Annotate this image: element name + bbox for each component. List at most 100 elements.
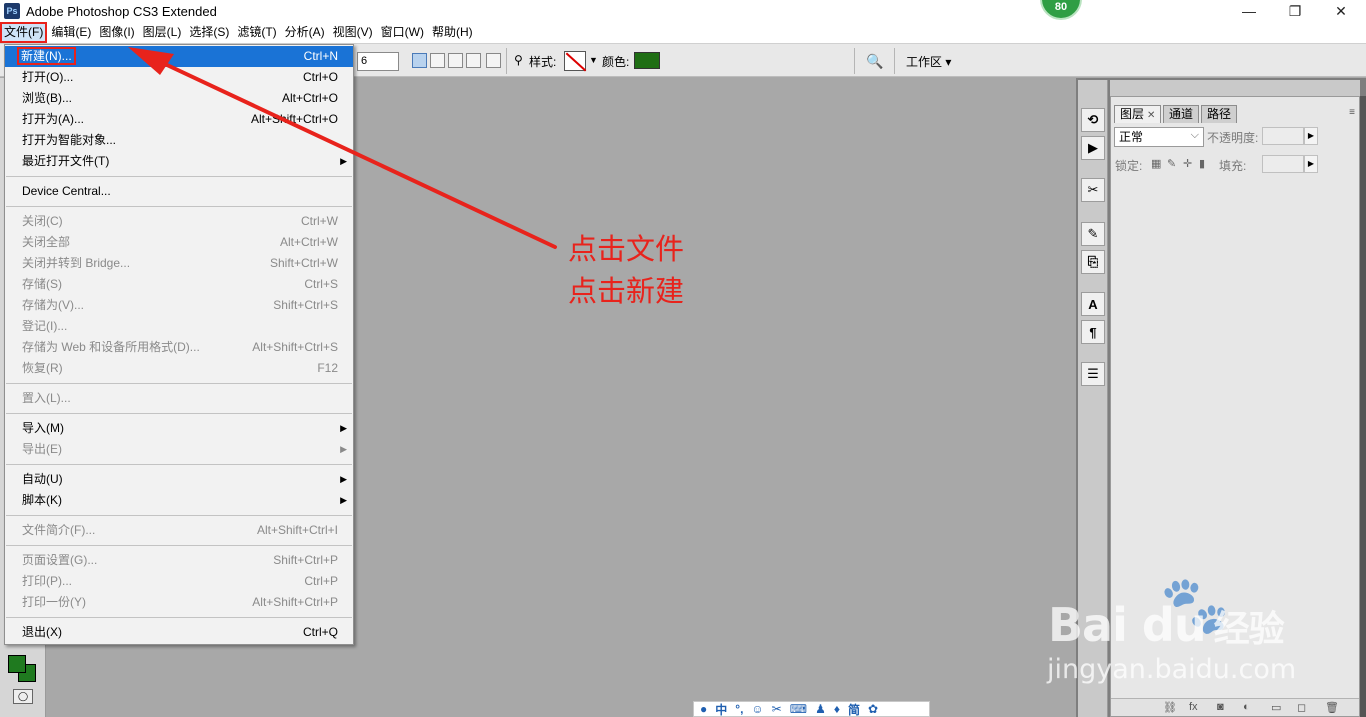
- menu-item-browse[interactable]: 浏览(B)... Alt+Ctrl+O: [5, 88, 353, 109]
- add-selection-icon[interactable]: [430, 53, 445, 68]
- intersect-selection-icon[interactable]: [466, 53, 481, 68]
- adjustment-layer-icon[interactable]: ◐: [1243, 701, 1250, 713]
- menu-window[interactable]: 窗口(W): [377, 22, 428, 43]
- subtract-selection-icon[interactable]: [448, 53, 463, 68]
- layer-mask-icon[interactable]: ◙: [1217, 701, 1224, 713]
- color-swatch[interactable]: [634, 52, 660, 69]
- menu-item-recent-files[interactable]: 最近打开文件(T) ▶: [5, 151, 353, 172]
- menu-item-close-go-bridge[interactable]: 关闭并转到 Bridge... Shift+Ctrl+W: [5, 253, 353, 274]
- menu-filter[interactable]: 滤镜(T): [233, 22, 280, 43]
- ime-user-icon[interactable]: ●: [700, 702, 707, 716]
- tool-presets-icon[interactable]: ✂: [1081, 178, 1105, 202]
- status-badge[interactable]: 80: [1040, 0, 1082, 20]
- layer-style-icon[interactable]: fx: [1189, 701, 1198, 713]
- close-button[interactable]: ✕: [1318, 0, 1364, 22]
- ime-punctuation-icon[interactable]: °,: [735, 702, 743, 716]
- ime-emoji-icon[interactable]: ☺: [751, 702, 763, 716]
- menu-select[interactable]: 选择(S): [185, 22, 233, 43]
- menu-item-export[interactable]: 导出(E) ▶: [5, 439, 353, 460]
- lock-transparency-icon[interactable]: ▦: [1151, 157, 1161, 170]
- style-dropdown-icon[interactable]: ▼: [589, 55, 598, 65]
- clone-source-icon[interactable]: ⎘: [1081, 250, 1105, 274]
- feather-input[interactable]: 6: [357, 52, 399, 71]
- menu-item-shortcut: Shift+Ctrl+W: [269, 256, 338, 270]
- menu-layer[interactable]: 图层(L): [139, 22, 186, 43]
- menu-image[interactable]: 图像(I): [95, 22, 138, 43]
- menu-item-shortcut: Alt+Shift+Ctrl+I: [256, 523, 338, 537]
- opacity-stepper[interactable]: ▶: [1304, 127, 1318, 145]
- history-panel-icon[interactable]: ⟲: [1081, 108, 1105, 132]
- notes-panel-icon[interactable]: ☰: [1081, 362, 1105, 386]
- tab-paths[interactable]: 路径: [1201, 105, 1238, 123]
- blend-mode-select[interactable]: 正常: [1114, 126, 1204, 147]
- menu-item-print-one-copy[interactable]: 打印一份(Y) Alt+Shift+Ctrl+P: [5, 592, 353, 613]
- ime-chinese-mode[interactable]: 中: [715, 701, 727, 717]
- tab-layers[interactable]: 图层 ✕: [1114, 105, 1162, 123]
- ime-toolbar: ● 中 °, ☺ ✂ ⌨ ♟ ♦ 简 ✿: [693, 701, 930, 717]
- ime-settings-icon[interactable]: ✿: [868, 702, 878, 716]
- new-selection-icon[interactable]: [412, 53, 427, 68]
- actions-panel-icon[interactable]: ▶: [1081, 136, 1105, 160]
- menu-item-save-as[interactable]: 存储为(V)... Shift+Ctrl+S: [5, 295, 353, 316]
- bridge-icon[interactable]: 🔍: [862, 50, 888, 72]
- fill-stepper[interactable]: ▶: [1304, 155, 1318, 173]
- ime-skin-icon[interactable]: ♦: [834, 702, 840, 716]
- menu-item-save-for-web[interactable]: 存储为 Web 和设备所用格式(D)... Alt+Shift+Ctrl+S: [5, 337, 353, 358]
- menu-item-automate[interactable]: 自动(U) ▶: [5, 469, 353, 490]
- lock-pixels-icon[interactable]: ✎: [1167, 157, 1176, 170]
- character-panel-icon[interactable]: A: [1081, 292, 1105, 316]
- paragraph-panel-icon[interactable]: ¶: [1081, 320, 1105, 344]
- menu-item-open[interactable]: 打开(O)... Ctrl+O: [5, 67, 353, 88]
- menu-item-open-smart-object[interactable]: 打开为智能对象...: [5, 130, 353, 151]
- menu-item-save[interactable]: 存储(S) Ctrl+S: [5, 274, 353, 295]
- panel-footer: ⛓ fx ◙ ◐ ▭ ◻ 🗑: [1111, 698, 1359, 716]
- menu-file[interactable]: 文件(F): [0, 22, 48, 43]
- menu-item-revert[interactable]: 恢复(R) F12: [5, 358, 353, 379]
- quick-mask-icon[interactable]: ◯: [13, 689, 33, 704]
- menu-item-shortcut: Ctrl+Q: [302, 625, 338, 639]
- panel-menu-icon[interactable]: ≡: [1349, 107, 1355, 118]
- menu-analysis[interactable]: 分析(A): [281, 22, 329, 43]
- menu-item-import[interactable]: 导入(M) ▶: [5, 418, 353, 439]
- link-layers-icon[interactable]: ⛓: [1163, 701, 1177, 714]
- close-icon[interactable]: ✕: [1147, 110, 1155, 121]
- menu-edit[interactable]: 编辑(E): [47, 22, 95, 43]
- ime-tools-icon[interactable]: ✂: [772, 702, 782, 716]
- opacity-input[interactable]: [1262, 127, 1304, 145]
- lock-position-icon[interactable]: ✛: [1183, 157, 1192, 170]
- menu-item-print[interactable]: 打印(P)... Ctrl+P: [5, 571, 353, 592]
- new-layer-icon[interactable]: ◻: [1297, 701, 1306, 714]
- new-group-icon[interactable]: ▭: [1271, 701, 1281, 714]
- menu-item-scripts[interactable]: 脚本(K) ▶: [5, 490, 353, 511]
- menu-item-close-all[interactable]: 关闭全部 Alt+Ctrl+W: [5, 232, 353, 253]
- menu-item-page-setup[interactable]: 页面设置(G)... Shift+Ctrl+P: [5, 550, 353, 571]
- menu-item-close[interactable]: 关闭(C) Ctrl+W: [5, 211, 353, 232]
- foreground-color-swatch[interactable]: [8, 655, 26, 673]
- minimize-button[interactable]: —: [1226, 0, 1272, 22]
- ime-simplified-mode[interactable]: 简: [848, 701, 860, 717]
- menu-item-new[interactable]: 新建(N)... Ctrl+N: [5, 46, 353, 67]
- workspace-menu-button[interactable]: 工作区 ▾: [906, 53, 951, 70]
- ime-person-icon[interactable]: ♟: [815, 702, 826, 716]
- menu-view[interactable]: 视图(V): [329, 22, 377, 43]
- trash-icon[interactable]: 🗑: [1325, 701, 1339, 714]
- brushes-panel-icon[interactable]: ✎: [1081, 222, 1105, 246]
- menu-item-check-in[interactable]: 登记(I)...: [5, 316, 353, 337]
- style-picker[interactable]: [564, 51, 586, 71]
- tab-channels[interactable]: 通道: [1163, 105, 1200, 123]
- dock-scrollbar[interactable]: [1360, 96, 1366, 717]
- menu-item-file-info[interactable]: 文件简介(F)... Alt+Shift+Ctrl+I: [5, 520, 353, 541]
- ime-keyboard-icon[interactable]: ⌨: [790, 702, 807, 716]
- menu-item-device-central[interactable]: Device Central...: [5, 181, 353, 202]
- fill-input[interactable]: [1262, 155, 1304, 173]
- lock-all-icon[interactable]: ▮: [1199, 157, 1205, 170]
- selection-mode-icon[interactable]: [486, 53, 501, 68]
- restore-button[interactable]: ❐: [1272, 0, 1318, 22]
- menu-item-place[interactable]: 置入(L)...: [5, 388, 353, 409]
- tab-label: 路径: [1207, 107, 1232, 121]
- lock-label: 锁定:: [1115, 159, 1143, 173]
- menu-help[interactable]: 帮助(H): [428, 22, 477, 43]
- menu-item-exit[interactable]: 退出(X) Ctrl+Q: [5, 622, 353, 643]
- menu-item-open-as[interactable]: 打开为(A)... Alt+Shift+Ctrl+O: [5, 109, 353, 130]
- menu-item-label: 退出(X): [22, 625, 62, 639]
